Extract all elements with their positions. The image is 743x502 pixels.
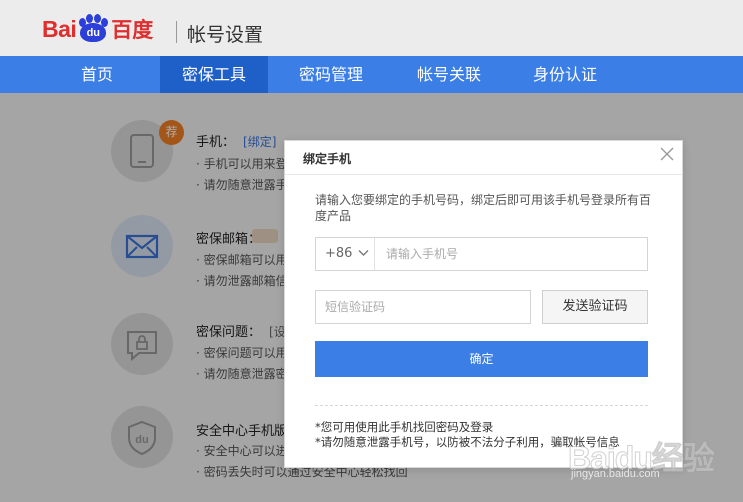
page-header: Bai du 百度 帐号设置: [0, 0, 743, 56]
close-icon[interactable]: [658, 145, 676, 163]
country-code-select[interactable]: +86: [316, 238, 375, 270]
dialog-note-1: *您可用使用此手机找回密码及登录: [315, 420, 494, 434]
baidu-logo[interactable]: Bai du 百度: [42, 14, 153, 44]
logo-text-cn: 百度: [111, 18, 154, 42]
nav-item-account-link[interactable]: 帐号关联: [396, 56, 502, 93]
send-code-button[interactable]: 发送验证码: [542, 290, 648, 324]
bind-phone-dialog: 绑定手机 请输入您要绑定的手机号码，绑定后即可用该手机号登录所有百度产品 +86…: [284, 140, 683, 468]
nav-item-home[interactable]: 首页: [45, 56, 149, 93]
dialog-header-divider: [285, 174, 682, 175]
phone-field: +86: [315, 237, 648, 271]
logo-text-du: du: [86, 27, 101, 39]
page-title: 帐号设置: [187, 24, 264, 46]
nav-item-password[interactable]: 密码管理: [278, 56, 384, 93]
confirm-button[interactable]: 确定: [315, 341, 648, 377]
dialog-dashed-divider: [315, 405, 648, 406]
header-divider: [176, 21, 177, 43]
dialog-title: 绑定手机: [303, 152, 352, 166]
main-nav: 首页 密保工具 密码管理 帐号关联 身份认证: [0, 56, 743, 93]
phone-number-input[interactable]: [386, 244, 641, 264]
logo-text-bai: Bai: [42, 15, 77, 42]
nav-item-security-tools[interactable]: 密保工具: [160, 56, 268, 93]
paw-icon: du: [77, 14, 109, 44]
nav-item-identity[interactable]: 身份认证: [512, 56, 618, 93]
sms-code-input[interactable]: [315, 290, 531, 324]
dialog-description: 请输入您要绑定的手机号码，绑定后即可用该手机号登录所有百度产品: [315, 193, 652, 223]
country-code-value: +86: [325, 246, 353, 261]
watermark: Baidu经验 jingyan.baidu.com: [568, 431, 743, 487]
watermark-url: jingyan.baidu.com: [571, 468, 660, 480]
chevron-down-icon: [358, 250, 369, 256]
